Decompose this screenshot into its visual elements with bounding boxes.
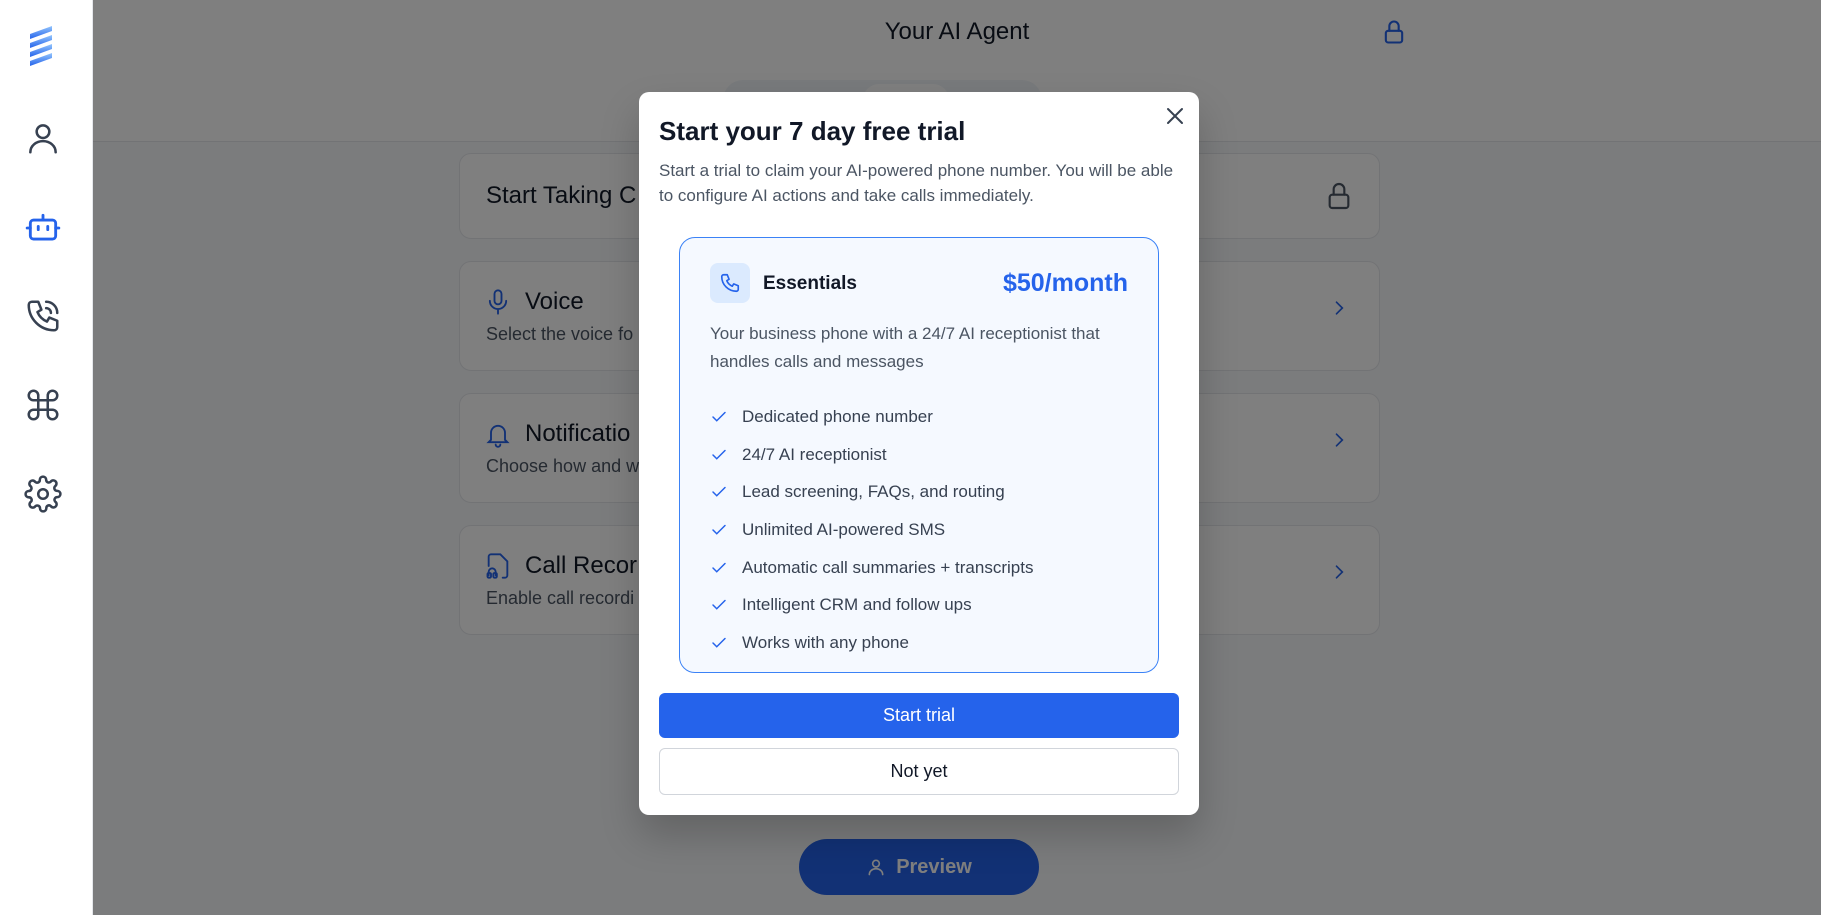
feature-item: Works with any phone bbox=[710, 624, 1033, 662]
feature-item: Lead screening, FAQs, and routing bbox=[710, 473, 1033, 511]
sidebar-item-profile[interactable] bbox=[22, 117, 64, 159]
sidebar-item-calls[interactable] bbox=[22, 295, 64, 337]
check-icon bbox=[712, 524, 726, 535]
feature-label: Lead screening, FAQs, and routing bbox=[742, 482, 1005, 502]
feature-list: Dedicated phone number 24/7 AI reception… bbox=[710, 398, 1033, 662]
feature-item: Automatic call summaries + transcripts bbox=[710, 549, 1033, 587]
plan-icon-badge bbox=[710, 263, 750, 303]
bot-icon bbox=[25, 213, 61, 241]
feature-label: Intelligent CRM and follow ups bbox=[742, 595, 972, 615]
start-trial-button[interactable]: Start trial bbox=[659, 693, 1179, 738]
sidebar-item-commands[interactable] bbox=[22, 384, 64, 426]
sidebar-item-agent[interactable] bbox=[22, 207, 64, 249]
check-icon bbox=[712, 562, 726, 573]
feature-item: 24/7 AI receptionist bbox=[710, 436, 1033, 474]
feature-label: Dedicated phone number bbox=[742, 406, 933, 426]
phone-icon bbox=[720, 273, 740, 293]
feature-label: Automatic call summaries + transcripts bbox=[742, 557, 1034, 577]
feature-item: Unlimited AI-powered SMS bbox=[710, 511, 1033, 549]
feature-label: Unlimited AI-powered SMS bbox=[742, 519, 946, 539]
phone-call-icon bbox=[27, 300, 59, 332]
user-icon bbox=[29, 124, 57, 154]
plan-card: Essentials $50/month Your business phone… bbox=[679, 237, 1159, 673]
sidebar bbox=[0, 0, 93, 915]
command-icon bbox=[27, 389, 59, 421]
check-icon bbox=[712, 600, 726, 611]
free-trial-modal: Start your 7 day free trial Start a tria… bbox=[639, 92, 1199, 815]
gear-icon bbox=[24, 475, 62, 513]
feature-label: Works with any phone bbox=[742, 632, 909, 652]
feature-label: 24/7 AI receptionist bbox=[742, 444, 887, 464]
modal-description: Start a trial to claim your AI-powered p… bbox=[659, 161, 1174, 205]
check-icon bbox=[712, 486, 726, 498]
check-icon bbox=[712, 411, 726, 422]
check-icon bbox=[712, 637, 726, 648]
feature-item: Dedicated phone number bbox=[710, 398, 1033, 436]
plan-price: $50/month bbox=[1002, 269, 1128, 297]
modal-title: Start your 7 day free trial bbox=[659, 116, 966, 146]
not-yet-button[interactable]: Not yet bbox=[659, 748, 1179, 795]
close-icon[interactable] bbox=[1163, 104, 1187, 128]
app-logo-icon[interactable] bbox=[26, 24, 58, 68]
sidebar-item-settings[interactable] bbox=[22, 473, 64, 515]
plan-name: Essentials bbox=[763, 273, 857, 294]
feature-item: Intelligent CRM and follow ups bbox=[710, 586, 1033, 624]
check-icon bbox=[712, 449, 726, 460]
plan-description: Your business phone with a 24/7 AI recep… bbox=[710, 324, 1100, 371]
